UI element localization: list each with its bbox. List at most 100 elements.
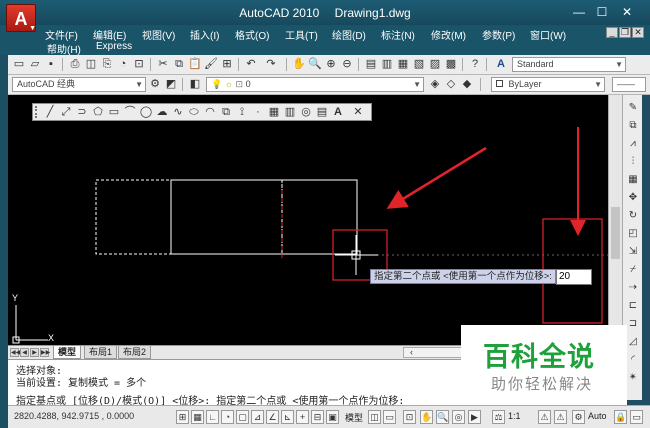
publish-icon[interactable]: ⎘ (100, 57, 114, 71)
undo-icon[interactable]: ↶ (244, 57, 258, 71)
new-file-icon[interactable]: ▭ (12, 57, 26, 71)
toolbar-grip[interactable] (35, 106, 39, 118)
menu-edit[interactable]: 编辑(E) (93, 27, 126, 42)
annotation-scale-value[interactable]: 1:1 (508, 411, 521, 421)
menu-window[interactable]: 窗口(W) (530, 27, 566, 42)
workspace-settings-icon[interactable]: ⚙ (148, 77, 162, 91)
linetype-select[interactable]: —— (612, 77, 646, 92)
layout-sheet-icon[interactable]: ▭ (383, 410, 396, 424)
model-space-label[interactable]: 模型 (345, 411, 363, 424)
rectangle-icon[interactable]: ▭ (107, 105, 121, 119)
circle-icon[interactable]: ◯ (139, 105, 153, 119)
copy-icon[interactable]: ⧉ (172, 57, 186, 71)
object-snap-icon[interactable]: ▢ (236, 410, 249, 424)
markup-icon[interactable]: ▨ (428, 57, 442, 71)
zoom-previous-icon[interactable]: ⊖ (340, 57, 354, 71)
break-icon[interactable]: ⊏ (626, 299, 640, 313)
ellipse-arc-icon[interactable]: ◠ (203, 105, 217, 119)
menu-format[interactable]: 格式(O) (235, 27, 269, 42)
zoom-status-icon[interactable]: 🔍 (436, 410, 449, 424)
layer-previous-icon[interactable]: ◇ (444, 77, 458, 91)
close-button[interactable]: ✕ (615, 3, 639, 21)
auto-scale-icon[interactable]: ⚠ (554, 410, 567, 424)
region-icon[interactable]: ◎ (299, 105, 313, 119)
ortho-mode-icon[interactable]: ∟ (206, 410, 219, 424)
doc-close-button[interactable]: ✕ (632, 27, 644, 38)
doc-restore-button[interactable]: ❐ (619, 27, 631, 38)
color-select[interactable]: ByLayer ▼ (491, 77, 605, 92)
menu-draw[interactable]: 绘图(D) (332, 27, 366, 42)
cut-icon[interactable]: ✂ (156, 57, 170, 71)
menu-tools[interactable]: 工具(T) (285, 27, 318, 42)
steering-wheel-icon[interactable]: ◎ (452, 410, 465, 424)
toolbar-close-icon[interactable]: ✕ (351, 105, 365, 119)
menu-dimension[interactable]: 标注(N) (381, 27, 415, 42)
polygon-icon[interactable]: ⬠ (91, 105, 105, 119)
make-block-icon[interactable]: ⟟ (235, 105, 249, 119)
block-editor-icon[interactable]: ⊞ (220, 57, 234, 71)
rotate-icon[interactable]: ↻ (626, 209, 640, 223)
spline-icon[interactable]: ∿ (171, 105, 185, 119)
multiline-text-icon[interactable]: A (331, 105, 345, 119)
zoom-window-icon[interactable]: ⊕ (324, 57, 338, 71)
stretch-icon[interactable]: ⇲ (626, 245, 640, 259)
text-style-select[interactable]: Standard ▼ (512, 57, 626, 72)
extend-icon[interactable]: ⇢ (626, 281, 640, 295)
3d-snap-icon[interactable]: ⊿ (251, 410, 264, 424)
revision-cloud-icon[interactable]: ☁ (155, 105, 169, 119)
annotation-scale-icon[interactable]: ⚖ (492, 410, 505, 424)
layer-properties-icon[interactable]: ◧ (188, 77, 202, 91)
menu-help[interactable]: 帮助(H) (47, 41, 81, 56)
polyline-icon[interactable]: ⊃ (75, 105, 89, 119)
workspace-select[interactable]: AutoCAD 经典 ▼ (12, 77, 146, 92)
array-icon[interactable]: ▦ (626, 173, 640, 187)
pan-icon[interactable]: ✋ (292, 57, 306, 71)
pan-status-icon[interactable]: ✋ (420, 410, 433, 424)
tab-model[interactable]: 模型 (53, 346, 82, 359)
sheet-set-icon[interactable]: ▧ (412, 57, 426, 71)
offset-icon[interactable]: ⫶ (626, 155, 640, 169)
workspace-switch-icon[interactable]: ◩ (164, 77, 178, 91)
fillet-icon[interactable]: ◜ (626, 353, 640, 367)
layer-select[interactable]: 💡 ☼ ⊡ 0 ▼ (206, 77, 424, 92)
scroll-left-icon[interactable]: ‹ (410, 347, 413, 357)
polar-tracking-icon[interactable]: ◔ (221, 410, 234, 424)
chamfer-icon[interactable]: ◿ (626, 335, 640, 349)
ellipse-icon[interactable]: ⬭ (187, 105, 201, 119)
design-center-icon[interactable]: ▥ (380, 57, 394, 71)
auto-label[interactable]: Auto (588, 411, 607, 421)
help-icon[interactable]: ? (468, 57, 482, 71)
gradient-icon[interactable]: ▥ (283, 105, 297, 119)
move-icon[interactable]: ✥ (626, 191, 640, 205)
dynamic-input-icon[interactable]: + (296, 410, 309, 424)
trim-icon[interactable]: ⌿ (626, 263, 640, 277)
tab-last-icon[interactable]: ▶▶ (40, 348, 50, 357)
clean-screen-icon[interactable]: ▭ (630, 410, 643, 424)
menu-file[interactable]: 文件(F) (45, 27, 78, 42)
line-icon[interactable]: ╱ (43, 105, 57, 119)
menu-parametric[interactable]: 参数(P) (482, 27, 515, 42)
arc-icon[interactable]: ⌒ (123, 105, 137, 119)
layout-view-icon[interactable]: ◫ (368, 410, 381, 424)
explode-icon[interactable]: ✴ (626, 371, 640, 385)
maximize-button[interactable]: ☐ (590, 3, 614, 21)
erase-icon[interactable]: ✎ (626, 101, 640, 115)
grid-display-icon[interactable]: ▦ (191, 410, 204, 424)
snap-tracking-icon[interactable]: ∠ (266, 410, 279, 424)
snap-mode-icon[interactable]: ⊞ (176, 410, 189, 424)
vertical-scrollbar[interactable] (608, 95, 622, 345)
open-file-icon[interactable]: ▱ (28, 57, 42, 71)
doc-minimize-button[interactable]: _ (606, 27, 618, 38)
tab-next-icon[interactable]: ▶ (30, 348, 39, 357)
print-icon[interactable]: ⎙ (68, 57, 82, 71)
application-menu-button[interactable]: A ▼ (6, 4, 36, 32)
redo-icon[interactable]: ↷ (264, 57, 278, 71)
point-icon[interactable]: · (251, 105, 265, 119)
preview-icon[interactable]: ◫ (84, 57, 98, 71)
dynamic-ucs-icon[interactable]: ⊾ (281, 410, 294, 424)
quick-view-icon[interactable]: ⊡ (403, 410, 416, 424)
drawing-canvas[interactable]: Y X (8, 95, 608, 345)
copy-object-icon[interactable]: ⧉ (626, 119, 640, 133)
properties-icon[interactable]: ▤ (364, 57, 378, 71)
tab-prev-icon[interactable]: ◀ (20, 348, 29, 357)
